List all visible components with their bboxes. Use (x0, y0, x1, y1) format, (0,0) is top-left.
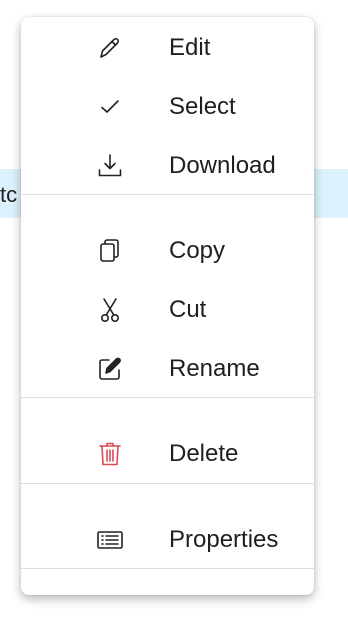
menu-item-copy[interactable]: Copy (21, 221, 314, 280)
menu-item-label: Edit (169, 34, 211, 61)
menu-item-label: Select (169, 93, 236, 120)
context-menu: Edit Select Download Copy Cut Rename Del… (21, 17, 314, 595)
background-row-text: tc (0, 182, 18, 207)
menu-group-4: Properties (21, 510, 314, 569)
menu-item-properties[interactable]: Properties (21, 510, 314, 569)
pencil-icon (96, 34, 124, 62)
menu-divider (21, 568, 314, 569)
copy-icon (96, 237, 124, 265)
menu-divider (21, 483, 314, 484)
menu-item-download[interactable]: Download (21, 136, 314, 195)
menu-item-label: Properties (169, 526, 279, 553)
menu-group-1: Edit Select Download (21, 18, 314, 195)
menu-item-label: Copy (169, 237, 226, 264)
menu-divider (21, 194, 314, 195)
menu-group-3: Delete (21, 424, 314, 483)
menu-item-label: Rename (169, 355, 260, 382)
menu-item-label: Download (169, 152, 276, 179)
menu-item-select[interactable]: Select (21, 77, 314, 136)
properties-icon (96, 526, 124, 554)
menu-item-edit[interactable]: Edit (21, 18, 314, 77)
menu-group-2: Copy Cut Rename (21, 221, 314, 398)
menu-item-delete[interactable]: Delete (21, 424, 314, 483)
download-icon (96, 152, 124, 180)
rename-icon (96, 355, 124, 383)
menu-divider (21, 397, 314, 398)
menu-item-label: Cut (169, 296, 207, 323)
page: tc Edit Select Download Copy Cut Rename … (0, 0, 348, 620)
menu-item-rename[interactable]: Rename (21, 339, 314, 398)
trash-icon (96, 440, 124, 468)
menu-item-label: Delete (169, 440, 239, 467)
checkmark-icon (96, 93, 124, 121)
scissors-icon (96, 296, 124, 324)
menu-item-cut[interactable]: Cut (21, 280, 314, 339)
